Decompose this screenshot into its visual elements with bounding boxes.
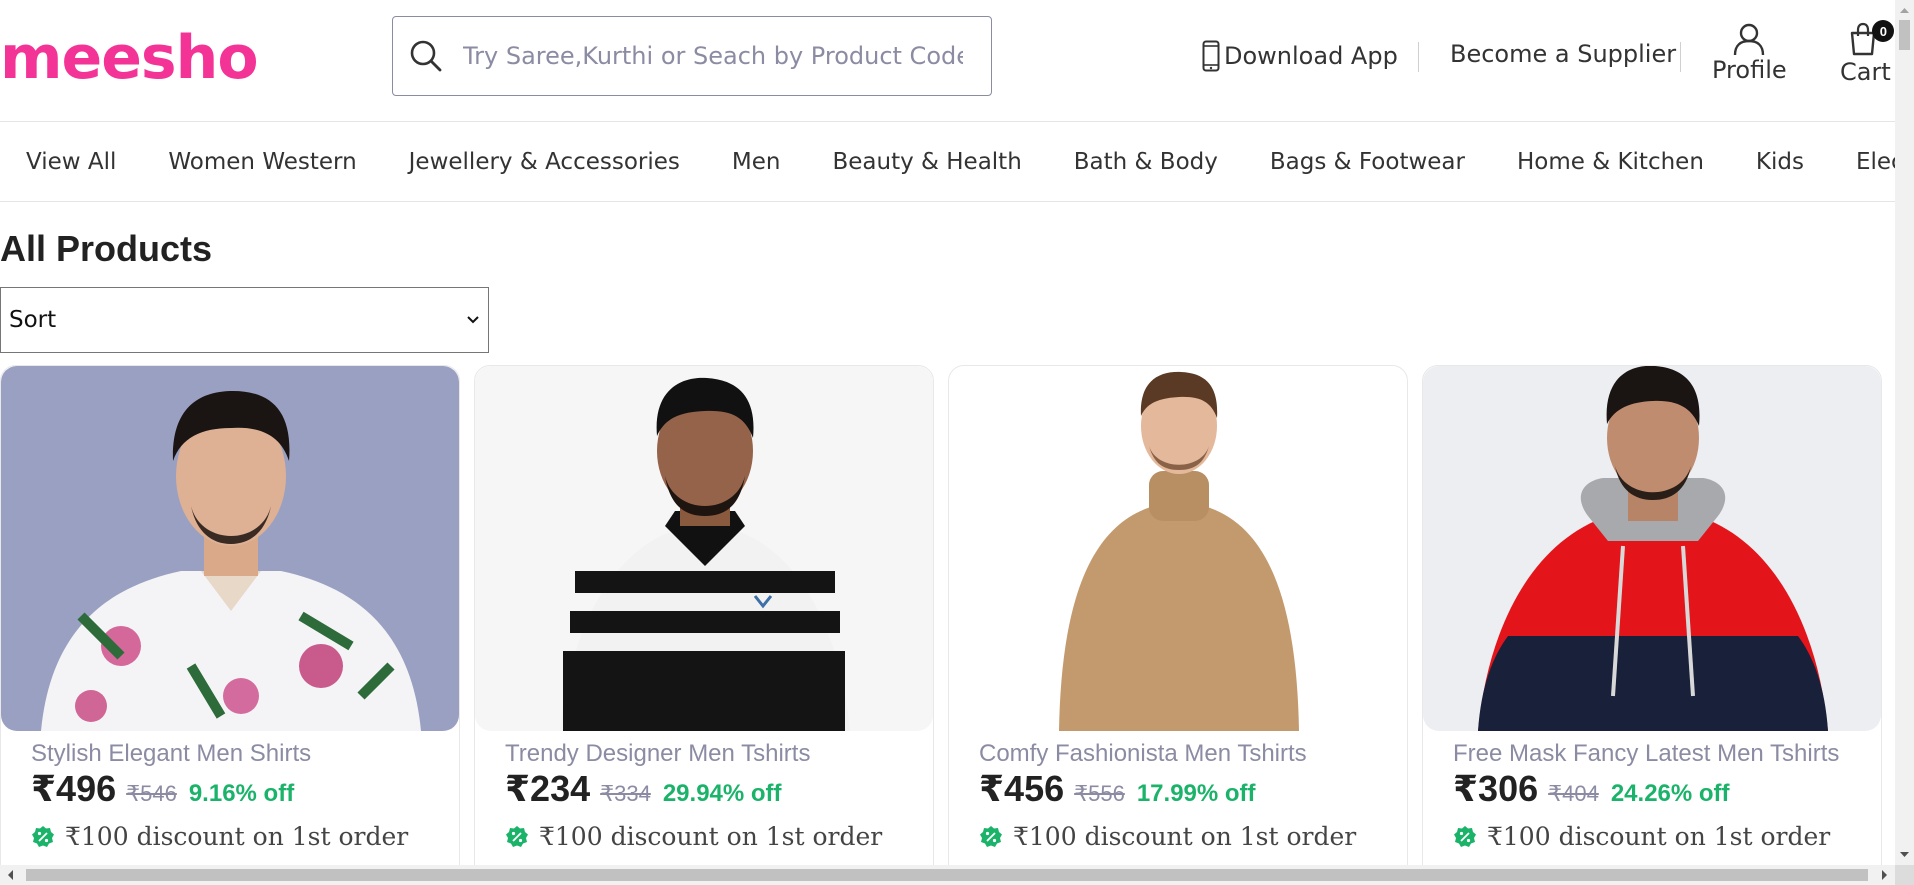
- horizontal-scrollbar[interactable]: [0, 865, 1895, 885]
- product-name: Stylish Elegant Men Shirts: [31, 740, 312, 767]
- discount-badge-icon: [32, 825, 54, 847]
- discount-badge-icon: [506, 825, 528, 847]
- category-nav: View All Women Western Jewellery & Acces…: [0, 122, 1895, 202]
- meesho-logo[interactable]: meesho: [0, 18, 259, 98]
- offer-row: ₹100 discount on 1st order: [979, 822, 1356, 851]
- cart-count-badge: 0: [1872, 20, 1895, 42]
- category-jewellery-accessories[interactable]: Jewellery & Accessories: [409, 149, 680, 175]
- category-bags-footwear[interactable]: Bags & Footwear: [1270, 149, 1465, 175]
- search-box[interactable]: [392, 16, 992, 96]
- user-icon: [1734, 23, 1765, 56]
- product-name: Comfy Fashionista Men Tshirts: [979, 740, 1307, 767]
- sort-selected-value: Sort: [9, 307, 57, 333]
- become-supplier-link[interactable]: Become a Supplier: [1450, 40, 1676, 68]
- header-divider: [1680, 42, 1681, 72]
- offer-row: ₹100 discount on 1st order: [505, 822, 882, 851]
- product-price: ₹306: [1453, 768, 1539, 809]
- category-home-kitchen[interactable]: Home & Kitchen: [1517, 149, 1704, 175]
- vertical-scrollbar[interactable]: [1895, 0, 1914, 865]
- cart-label: Cart: [1840, 58, 1891, 86]
- category-women-western[interactable]: Women Western: [168, 149, 356, 175]
- product-image[interactable]: [475, 366, 933, 731]
- product-card[interactable]: Stylish Elegant Men Shirts ₹496 ₹546 9.1…: [0, 365, 460, 865]
- offer-row: ₹100 discount on 1st order: [31, 822, 408, 851]
- chevron-down-icon: [467, 316, 479, 324]
- product-card[interactable]: Trendy Designer Men Tshirts ₹234 ₹334 29…: [474, 365, 934, 865]
- product-name: Trendy Designer Men Tshirts: [505, 740, 811, 767]
- scrollbar-corner: [1895, 865, 1914, 885]
- category-kids[interactable]: Kids: [1756, 149, 1804, 175]
- product-mrp: ₹404: [1548, 781, 1599, 806]
- product-price: ₹234: [505, 768, 591, 809]
- category-men[interactable]: Men: [732, 149, 781, 175]
- price-row: ₹306 ₹404 24.26% off: [1453, 768, 1730, 810]
- first-order-discount: ₹100 discount on 1st order: [1487, 822, 1831, 851]
- offer-row: ₹100 discount on 1st order: [1453, 822, 1830, 851]
- scroll-left-arrow-icon[interactable]: [2, 865, 20, 885]
- category-view-all[interactable]: View All: [26, 149, 116, 175]
- price-row: ₹496 ₹546 9.16% off: [31, 768, 294, 810]
- product-image[interactable]: [949, 366, 1407, 731]
- discount-percent: 9.16% off: [188, 780, 295, 807]
- scroll-down-arrow-icon[interactable]: [1895, 847, 1914, 863]
- first-order-discount: ₹100 discount on 1st order: [1013, 822, 1357, 851]
- category-electronics[interactable]: Electronics: [1856, 149, 1895, 175]
- sort-dropdown[interactable]: Sort: [0, 287, 489, 353]
- category-beauty-health[interactable]: Beauty & Health: [832, 149, 1021, 175]
- product-image[interactable]: [1423, 366, 1881, 731]
- price-row: ₹456 ₹556 17.99% off: [979, 768, 1256, 810]
- product-name: Free Mask Fancy Latest Men Tshirts: [1453, 740, 1840, 767]
- discount-badge-icon: [980, 825, 1002, 847]
- scroll-right-arrow-icon[interactable]: [1875, 865, 1893, 885]
- product-image[interactable]: [1, 366, 459, 731]
- mobile-phone-icon: [1202, 40, 1220, 72]
- horizontal-scrollbar-thumb[interactable]: [26, 869, 1868, 881]
- download-app-link[interactable]: Download App: [1202, 40, 1398, 72]
- product-price: ₹496: [31, 768, 117, 809]
- product-mrp: ₹556: [1074, 781, 1125, 806]
- price-row: ₹234 ₹334 29.94% off: [505, 768, 782, 810]
- cart-icon-wrapper: 0: [1848, 20, 1895, 58]
- profile-button[interactable]: Profile: [1712, 22, 1787, 84]
- product-mrp: ₹334: [600, 781, 651, 806]
- product-price: ₹456: [979, 768, 1065, 809]
- header-divider: [1418, 42, 1419, 72]
- header: meesho Download App Become a Supplier: [0, 0, 1895, 122]
- first-order-discount: ₹100 discount on 1st order: [65, 822, 409, 851]
- product-card[interactable]: Free Mask Fancy Latest Men Tshirts ₹306 …: [1422, 365, 1882, 865]
- discount-badge-icon: [1454, 825, 1476, 847]
- discount-percent: 29.94% off: [662, 780, 782, 807]
- product-card[interactable]: Comfy Fashionista Men Tshirts ₹456 ₹556 …: [948, 365, 1408, 865]
- scroll-up-arrow-icon[interactable]: [1895, 2, 1914, 18]
- first-order-discount: ₹100 discount on 1st order: [539, 822, 883, 851]
- product-grid: Stylish Elegant Men Shirts ₹496 ₹546 9.1…: [0, 365, 1882, 865]
- profile-label: Profile: [1712, 56, 1787, 84]
- search-icon: [410, 40, 442, 72]
- category-bath-body[interactable]: Bath & Body: [1074, 149, 1218, 175]
- search-input[interactable]: [463, 42, 963, 70]
- vertical-scrollbar-thumb[interactable]: [1899, 20, 1910, 50]
- cart-button[interactable]: 0 Cart: [1840, 20, 1895, 86]
- discount-percent: 24.26% off: [1610, 780, 1730, 807]
- page-title: All Products: [0, 228, 213, 269]
- page-viewport: meesho Download App Become a Supplier: [0, 0, 1895, 865]
- product-mrp: ₹546: [126, 781, 177, 806]
- download-app-label: Download App: [1224, 42, 1398, 70]
- discount-percent: 17.99% off: [1136, 780, 1256, 807]
